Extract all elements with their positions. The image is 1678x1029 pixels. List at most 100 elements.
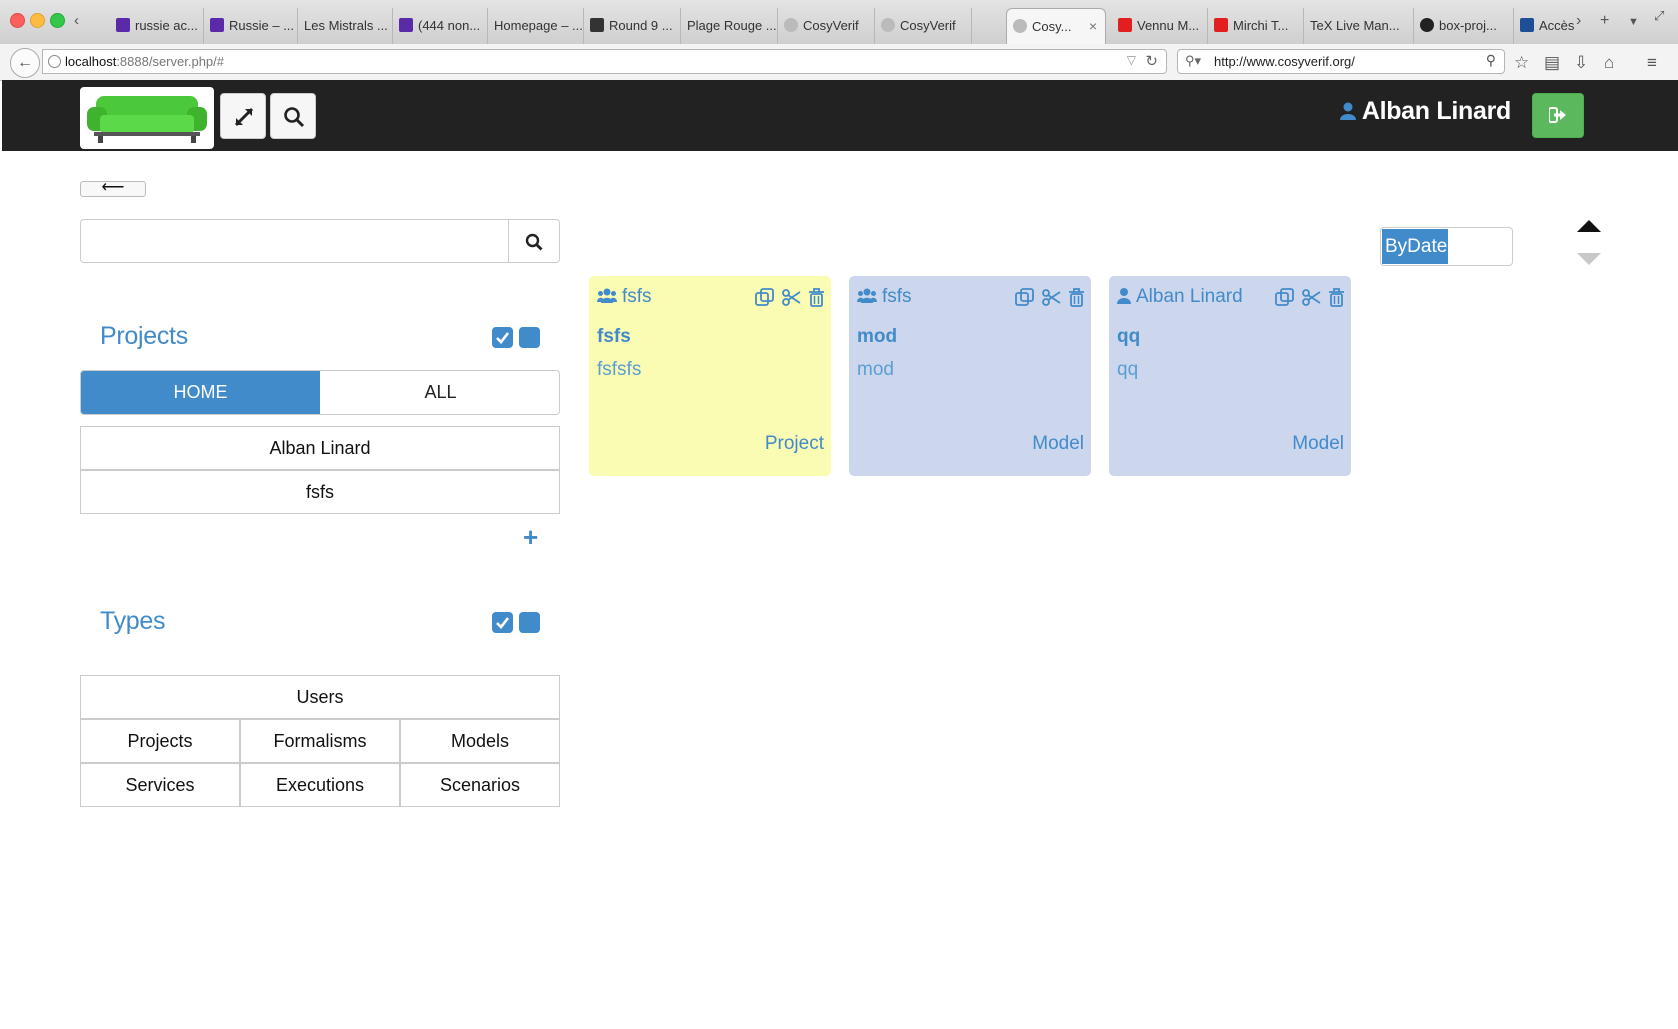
search-input[interactable] <box>81 220 509 262</box>
tab-label: (444 non... <box>418 18 481 33</box>
project-list-item[interactable]: fsfs <box>80 470 560 514</box>
card-type[interactable]: Model <box>1032 433 1084 455</box>
sort-ascending-icon[interactable] <box>1577 220 1601 232</box>
card-owner[interactable]: Alban Linard <box>1117 286 1243 308</box>
type-filter-scenarios[interactable]: Scenarios <box>400 763 560 807</box>
card-owner-name: fsfs <box>882 286 912 307</box>
reload-icon[interactable]: ↻ <box>1145 52 1158 70</box>
menu-icon[interactable]: ≡ <box>1647 53 1657 73</box>
type-filter-users[interactable]: Users <box>80 675 560 719</box>
select-all-types-checkbox[interactable] <box>492 612 513 633</box>
type-filter-executions[interactable]: Executions <box>240 763 400 807</box>
close-window-button[interactable] <box>10 13 25 28</box>
search-submit-button[interactable] <box>508 220 559 262</box>
browser-tab[interactable]: Russie – ... <box>204 8 298 44</box>
close-tab-icon[interactable]: × <box>1089 18 1097 34</box>
deselect-projects-checkbox[interactable] <box>519 327 540 348</box>
resource-card[interactable]: Alban Linard qq qq Model <box>1109 276 1351 476</box>
user-icon <box>1339 102 1356 120</box>
current-user[interactable]: Alban Linard <box>1339 97 1511 126</box>
cut-icon[interactable] <box>781 288 801 312</box>
browser-tab[interactable]: Round 9 ... <box>584 8 681 44</box>
url-dropdown-icon[interactable]: ▽ <box>1127 53 1136 67</box>
app-logo[interactable] <box>80 87 214 149</box>
tab-list-icon[interactable]: ▼ <box>1628 16 1639 28</box>
tab-label: Accès <box>1539 18 1575 33</box>
browser-tab[interactable]: Mirchi T... <box>1208 8 1304 44</box>
downloads-icon[interactable]: ⇩ <box>1574 53 1588 73</box>
browser-tab[interactable]: Plage Rouge ... <box>681 8 778 44</box>
browser-tab[interactable]: TeX Live Man... <box>1304 8 1414 44</box>
card-owner[interactable]: fsfs <box>857 286 912 308</box>
type-filter-models[interactable]: Models <box>400 719 560 763</box>
deselect-types-checkbox[interactable] <box>519 612 540 633</box>
trash-icon[interactable] <box>808 288 825 312</box>
yahoo-icon <box>116 18 130 32</box>
cut-icon[interactable] <box>1041 288 1061 312</box>
trash-icon[interactable] <box>1068 288 1085 312</box>
home-icon[interactable]: ⌂ <box>1604 53 1614 73</box>
browser-tab[interactable]: box-proj... <box>1414 8 1514 44</box>
type-filter-projects[interactable]: Projects <box>80 719 240 763</box>
tab-label: box-proj... <box>1439 18 1497 33</box>
logout-button[interactable] <box>1532 93 1584 138</box>
fullscreen-button[interactable] <box>220 93 266 139</box>
browser-tab[interactable]: Les Mistrals ... <box>298 8 393 44</box>
mail-icon <box>399 18 413 32</box>
card-toolbar <box>1272 288 1345 312</box>
browser-tab[interactable]: (444 non... <box>393 8 488 44</box>
tab-all[interactable]: ALL <box>321 371 559 414</box>
youtube-icon <box>1214 18 1228 32</box>
yahoo-icon <box>210 18 224 32</box>
url-path: :8888/server.php/# <box>116 54 225 69</box>
header-search-button[interactable] <box>270 93 316 139</box>
card-name[interactable]: fsfs <box>597 326 631 348</box>
browser-tab[interactable]: russie ac... <box>110 8 204 44</box>
browser-tab[interactable]: CosyVerif <box>875 8 972 44</box>
tab-label: Cosy... <box>1032 19 1072 34</box>
search-icon[interactable]: ⚲ <box>1486 52 1496 69</box>
fullscreen-icon[interactable]: ⤢ <box>1654 8 1664 24</box>
tab-label: Mirchi T... <box>1233 18 1289 33</box>
browser-tab[interactable]: Accès <box>1514 8 1576 44</box>
search-icon <box>284 107 305 128</box>
browser-search-field[interactable]: ⚲▾ http://www.cosyverif.org/ ⚲ <box>1177 49 1505 74</box>
new-tab-icon[interactable]: + <box>1600 12 1609 30</box>
users-icon <box>597 288 617 303</box>
tabs-scroll-left-icon[interactable]: ‹ <box>74 12 79 29</box>
reading-list-icon[interactable]: ▤ <box>1544 53 1560 73</box>
zoom-window-button[interactable] <box>50 13 65 28</box>
copy-icon[interactable] <box>1275 288 1294 312</box>
tabs-scroll-right-icon[interactable]: › <box>1576 12 1581 30</box>
browser-tab-active[interactable]: Cosy... × <box>1006 8 1106 44</box>
type-filter-services[interactable]: Services <box>80 763 240 807</box>
sort-descending-icon[interactable] <box>1577 253 1601 265</box>
sort-select[interactable]: ByDate <box>1380 227 1513 266</box>
back-arrow-button[interactable]: ⟵ <box>80 180 146 197</box>
card-type[interactable]: Model <box>1292 433 1344 455</box>
minimize-window-button[interactable] <box>30 13 45 28</box>
card-name[interactable]: mod <box>857 326 897 348</box>
type-filter-formalisms[interactable]: Formalisms <box>240 719 400 763</box>
project-list-item[interactable]: Alban Linard <box>80 426 560 470</box>
tab-home[interactable]: HOME <box>81 371 320 414</box>
card-type[interactable]: Project <box>765 433 824 455</box>
resource-card[interactable]: fsfs fsfs fsfsfs Project <box>589 276 831 476</box>
cut-icon[interactable] <box>1301 288 1321 312</box>
resource-card[interactable]: fsfs mod mod Model <box>849 276 1091 476</box>
browser-tab[interactable]: Homepage – ... <box>488 8 584 44</box>
search-engine-icon[interactable]: ⚲▾ <box>1185 53 1201 69</box>
select-all-projects-checkbox[interactable] <box>492 327 513 348</box>
url-field[interactable]: localhost:8888/server.php/# ▽ ↻ <box>42 49 1167 74</box>
card-owner[interactable]: fsfs <box>597 286 652 308</box>
bookmark-star-icon[interactable]: ☆ <box>1514 53 1529 73</box>
trash-icon[interactable] <box>1328 288 1345 312</box>
add-project-button[interactable]: + <box>523 522 538 553</box>
copy-icon[interactable] <box>1015 288 1034 312</box>
card-description: qq <box>1117 359 1139 380</box>
browser-tab[interactable]: Vennu M... <box>1112 8 1208 44</box>
browser-tab[interactable]: CosyVerif <box>778 8 875 44</box>
browser-back-button[interactable]: ← <box>10 48 40 78</box>
copy-icon[interactable] <box>755 288 774 312</box>
card-name[interactable]: qq <box>1117 326 1140 348</box>
